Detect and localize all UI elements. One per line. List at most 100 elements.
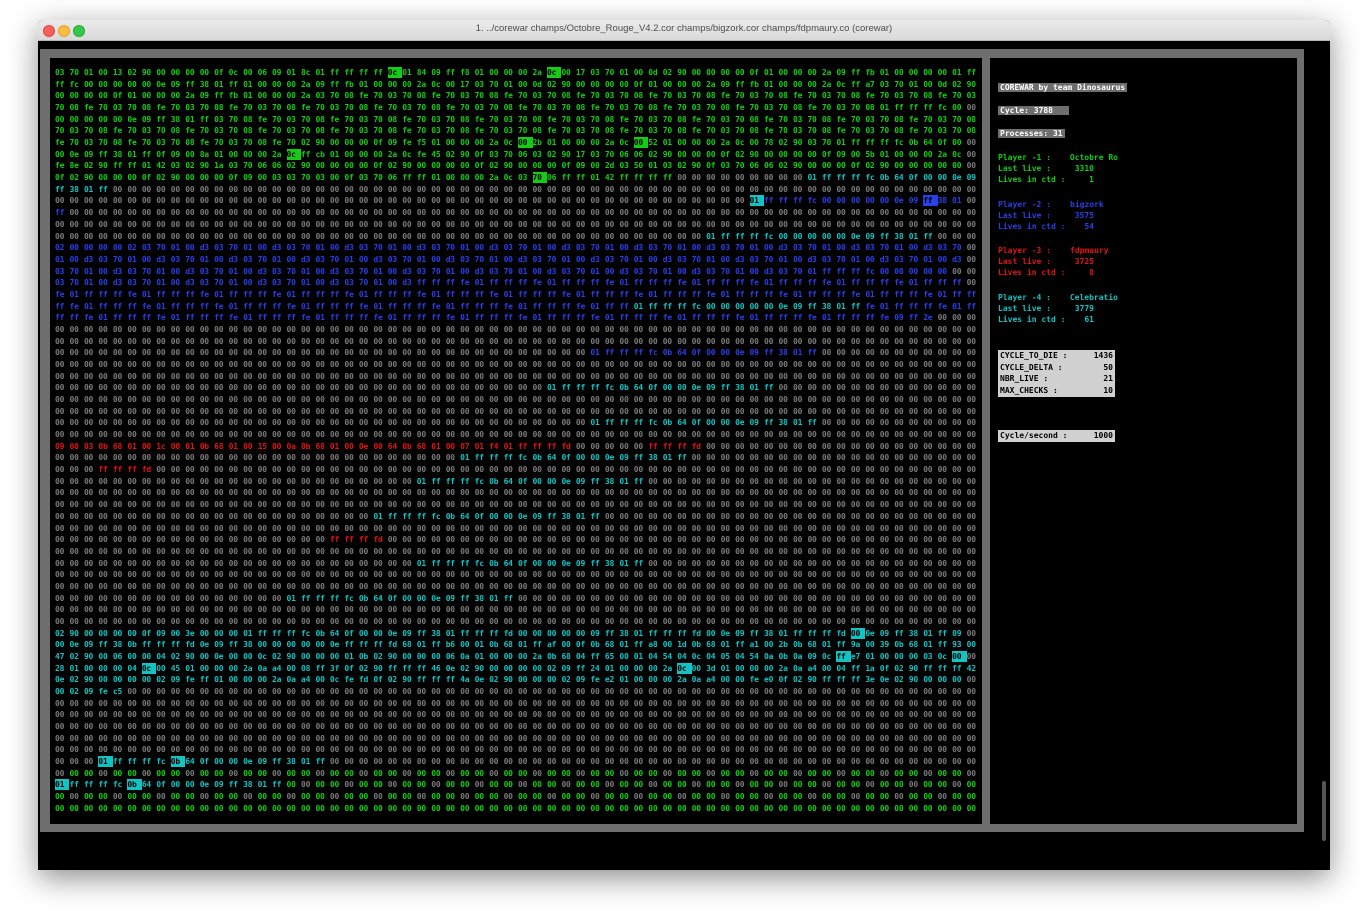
memory-byte: 00: [966, 605, 976, 615]
memory-byte: 00: [619, 757, 629, 767]
memory-byte: 00: [83, 768, 94, 778]
memory-byte: 03: [503, 126, 513, 136]
memory-byte: ff: [662, 173, 672, 183]
terminal-scrollbar[interactable]: [1322, 781, 1326, 841]
memory-byte: 00: [98, 91, 108, 101]
memory-byte: ff: [141, 640, 152, 650]
memory-byte: c5: [112, 687, 123, 697]
memory-byte: 00: [214, 616, 224, 626]
memory-byte: ff: [792, 628, 803, 638]
memory-byte: 00: [691, 605, 701, 615]
memory-byte: 00: [807, 722, 817, 732]
memory-byte: ff: [792, 196, 803, 206]
memory-byte: 00: [546, 371, 557, 381]
memory-byte: 0f: [199, 757, 209, 767]
memory-byte: 00: [503, 406, 513, 416]
memory-byte: 00: [590, 768, 600, 778]
memory-byte: 09: [865, 231, 875, 241]
memory-byte: 90: [315, 138, 325, 148]
memory-byte: 00: [937, 371, 947, 381]
memory-byte: 02: [300, 138, 311, 148]
memory-byte: 03: [358, 173, 369, 183]
memory-byte: 00: [69, 196, 79, 206]
memory-byte: 00: [561, 733, 571, 743]
memory-byte: 00: [966, 511, 976, 521]
memory-byte: 00: [156, 196, 166, 206]
memory-byte: 00: [460, 324, 470, 334]
memory-byte: 00: [127, 231, 137, 241]
memory-byte: 00: [518, 418, 528, 428]
memory-byte: 00: [865, 710, 875, 720]
memory-byte: 02: [894, 675, 904, 685]
memory-byte: 03: [474, 79, 484, 89]
memory-byte: 08: [243, 114, 253, 124]
memory-byte: 00: [662, 733, 672, 743]
memory-byte: 00: [387, 780, 398, 790]
memory-byte: 00: [908, 465, 918, 475]
memory-byte: 0f: [373, 138, 383, 148]
memory-byte: 00: [358, 570, 369, 580]
memory-byte: 00: [344, 523, 354, 533]
memory-byte: 00: [127, 581, 137, 591]
memory-byte: ff: [272, 757, 282, 767]
memory-byte: 00: [373, 430, 383, 440]
memory-byte: 00: [952, 803, 962, 813]
memory-byte: 02: [185, 161, 195, 171]
memory-byte: 00: [127, 430, 137, 440]
memory-byte: 00: [952, 500, 962, 510]
memory-byte: 00: [416, 430, 426, 440]
memory-byte: 08: [69, 103, 79, 113]
memory-byte: d3: [185, 266, 195, 276]
terminal-area[interactable]: 03 70 01 00 13 02 90 00 00 00 00 0f 0c 00 06 09 01 8c 01 ff…: [38, 41, 1330, 870]
memory-byte: 00: [879, 768, 890, 778]
memory-byte: 00: [836, 383, 846, 393]
memory-byte: 00: [474, 768, 484, 778]
memory-byte: 00: [358, 324, 369, 334]
memory-byte: 00: [952, 593, 962, 603]
memory-byte: 00: [735, 488, 745, 498]
memory-byte: 17: [575, 149, 586, 159]
memory-byte: 00: [489, 733, 499, 743]
memory-byte: 00: [633, 324, 644, 334]
memory-byte: 00: [966, 149, 976, 159]
memory-byte: 00: [474, 336, 484, 346]
memory-byte: 00: [937, 266, 947, 276]
memory-byte: 00: [416, 219, 426, 229]
memory-byte: 00: [460, 581, 470, 591]
memory-byte: 00: [503, 488, 513, 498]
memory-byte: 00: [575, 219, 586, 229]
memory-byte: 00: [662, 698, 672, 708]
memory-byte: 00: [604, 500, 615, 510]
memory-byte: 00: [474, 173, 484, 183]
memory-byte: 00: [358, 360, 369, 369]
memory-byte: 00: [474, 219, 484, 229]
memory-byte: 00: [821, 745, 832, 755]
memory-byte: 00: [460, 219, 470, 229]
memory-byte: 08: [286, 103, 296, 113]
memory-byte: 00: [214, 406, 224, 416]
memory-byte: 2a: [489, 138, 499, 148]
memory-byte: 70: [749, 103, 759, 113]
memory-byte: ff: [648, 313, 658, 323]
memory-byte: 00: [778, 687, 788, 697]
memory-byte: 00: [764, 663, 774, 673]
memory-byte: 00: [648, 500, 658, 510]
memory-byte: 64: [894, 173, 904, 183]
memory-byte: 00: [764, 173, 774, 183]
memory-byte: 00: [764, 605, 774, 615]
memory-byte: 00: [286, 383, 296, 393]
memory-byte: ff: [604, 418, 615, 428]
memory-byte: 00: [590, 710, 600, 720]
memory-byte: 00: [402, 348, 412, 358]
memory-byte: 90: [561, 79, 571, 89]
memory-byte: 01: [619, 68, 629, 77]
memory-byte: 00: [402, 219, 412, 229]
memory-byte: 00: [112, 418, 123, 428]
memory-byte: 00: [358, 698, 369, 708]
memory-byte: 08: [561, 91, 571, 101]
memory-byte: 00: [937, 395, 947, 405]
memory-byte: 0f: [156, 149, 166, 159]
memory-byte: 00: [807, 453, 817, 463]
memory-byte: 00: [286, 605, 296, 615]
memory-byte: 00: [836, 418, 846, 428]
